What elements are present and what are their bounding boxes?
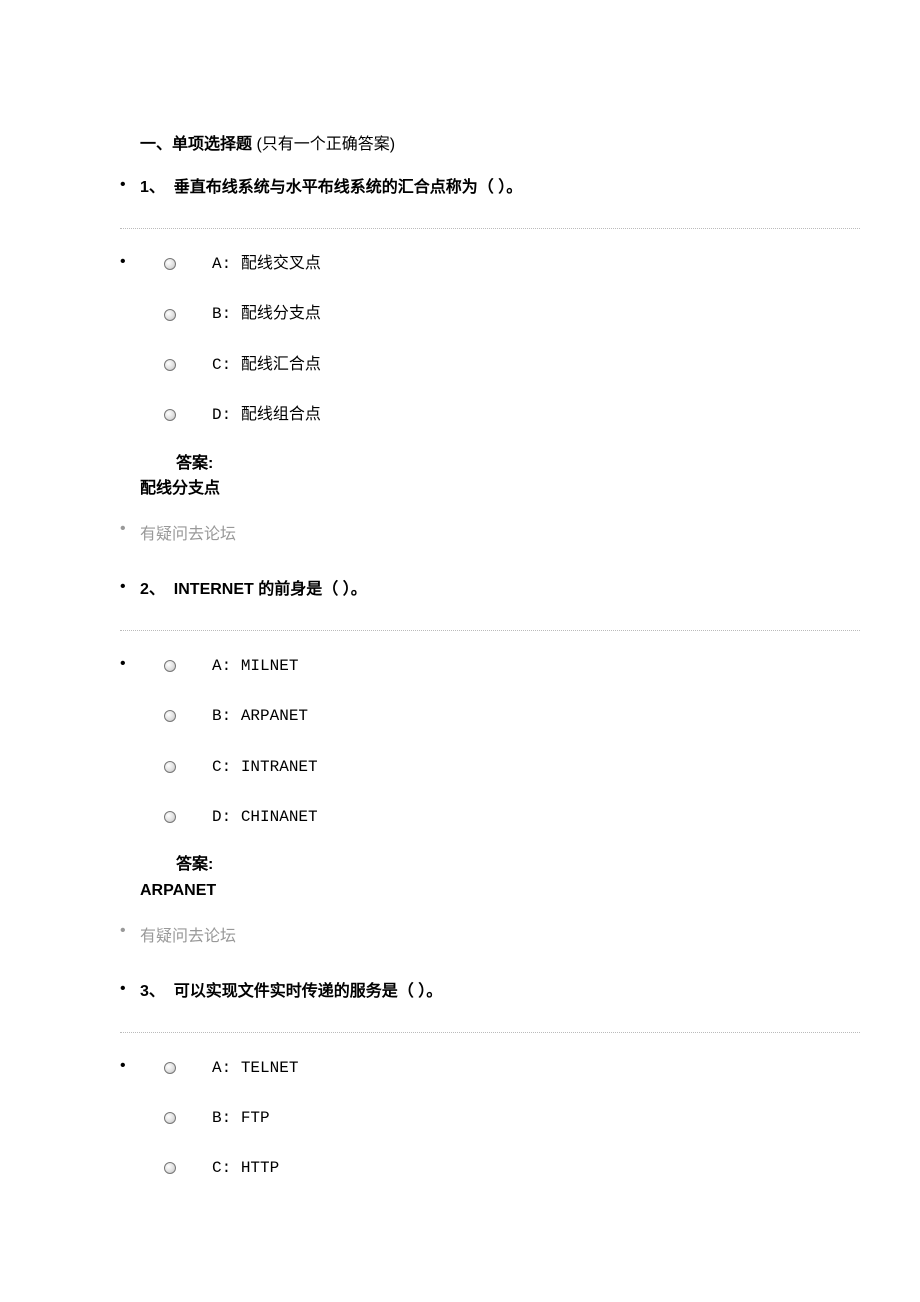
answer-label: 答案:: [176, 856, 213, 873]
question-list: 1、 垂直布线系统与水平布线系统的汇合点称为（ ）。 A: 配线交叉点 B: 配…: [0, 176, 920, 1180]
option-key: A: [212, 255, 222, 273]
option-text: 配线汇合点: [241, 356, 321, 374]
option-b[interactable]: B: ARPANET: [164, 705, 860, 727]
option-text: INTRANET: [241, 758, 318, 776]
radio-icon[interactable]: [164, 359, 176, 371]
question-number: 2、: [140, 581, 165, 598]
option-label: D: 配线组合点: [212, 404, 321, 426]
option-label: A: TELNET: [212, 1057, 298, 1079]
separator: [120, 1032, 860, 1033]
question-stem: 3、 可以实现文件实时传递的服务是（ ）。: [140, 980, 860, 1004]
radio-icon[interactable]: [164, 409, 176, 421]
option-label: B: ARPANET: [212, 705, 308, 727]
option-c[interactable]: C: 配线汇合点: [164, 354, 860, 376]
option-text: ARPANET: [241, 707, 308, 725]
option-a[interactable]: A: TELNET: [164, 1057, 860, 1079]
option-text: FTP: [241, 1109, 270, 1127]
section-note: (只有一个正确答案): [256, 136, 395, 153]
section-header: 一、单项选择题 (只有一个正确答案): [0, 130, 920, 154]
option-a[interactable]: A: MILNET: [164, 655, 860, 677]
option-text: 配线交叉点: [241, 255, 321, 273]
question-number: 1、: [140, 179, 165, 196]
answer-value: ARPANET: [140, 878, 860, 904]
option-b[interactable]: B: 配线分支点: [164, 303, 860, 325]
radio-icon[interactable]: [164, 309, 176, 321]
question-1: 1、 垂直布线系统与水平布线系统的汇合点称为（ ）。: [0, 176, 920, 200]
option-key: A: [212, 657, 222, 675]
option-text: MILNET: [241, 657, 299, 675]
forum-link[interactable]: 有疑问去论坛: [140, 520, 236, 544]
question-stem: 1、 垂直布线系统与水平布线系统的汇合点称为（ ）。: [140, 176, 860, 200]
option-label: B: 配线分支点: [212, 303, 321, 325]
option-key: B: [212, 707, 222, 725]
option-key: C: [212, 758, 222, 776]
option-text: 配线分支点: [241, 305, 321, 323]
radio-icon[interactable]: [164, 258, 176, 270]
option-key: C: [212, 1159, 222, 1177]
option-b[interactable]: B: FTP: [164, 1107, 860, 1129]
answer-block: 答案: 配线分支点: [176, 451, 860, 502]
separator: [120, 630, 860, 631]
radio-icon[interactable]: [164, 811, 176, 823]
option-text: CHINANET: [241, 808, 318, 826]
answer-value: 配线分支点: [140, 476, 860, 502]
forum-link-item: 有疑问去论坛: [0, 520, 920, 578]
answer-block: 答案: ARPANET: [176, 852, 860, 903]
option-d[interactable]: D: CHINANET: [164, 806, 860, 828]
question-2: 2、 INTERNET 的前身是（ ）。: [0, 578, 920, 602]
question-stem: 2、 INTERNET 的前身是（ ）。: [140, 578, 860, 602]
question-number: 3、: [140, 983, 165, 1000]
option-key: A: [212, 1059, 222, 1077]
option-label: A: 配线交叉点: [212, 253, 321, 275]
option-label: B: FTP: [212, 1107, 270, 1129]
option-text: 配线组合点: [241, 406, 321, 424]
option-label: C: 配线汇合点: [212, 354, 321, 376]
radio-icon[interactable]: [164, 710, 176, 722]
radio-icon[interactable]: [164, 660, 176, 672]
option-c[interactable]: C: HTTP: [164, 1157, 860, 1179]
radio-icon[interactable]: [164, 1162, 176, 1174]
option-label: A: MILNET: [212, 655, 298, 677]
question-text: 垂直布线系统与水平布线系统的汇合点称为（ ）。: [174, 179, 522, 196]
option-d[interactable]: D: 配线组合点: [164, 404, 860, 426]
answer-label: 答案:: [176, 455, 213, 472]
option-text: HTTP: [241, 1159, 279, 1177]
option-label: C: INTRANET: [212, 756, 318, 778]
question-3-body: A: TELNET B: FTP C: HTTP: [0, 1057, 920, 1180]
question-text: 可以实现文件实时传递的服务是（ ）。: [174, 983, 442, 1000]
option-key: D: [212, 406, 222, 424]
question-text: INTERNET 的前身是（ ）。: [174, 581, 367, 598]
option-c[interactable]: C: INTRANET: [164, 756, 860, 778]
option-a[interactable]: A: 配线交叉点: [164, 253, 860, 275]
option-key: D: [212, 808, 222, 826]
forum-link[interactable]: 有疑问去论坛: [140, 922, 236, 946]
question-3: 3、 可以实现文件实时传递的服务是（ ）。: [0, 980, 920, 1004]
question-2-body: A: MILNET B: ARPANET C: INTRANET D: CHIN…: [0, 655, 920, 904]
option-label: D: CHINANET: [212, 806, 318, 828]
radio-icon[interactable]: [164, 1112, 176, 1124]
option-key: B: [212, 305, 222, 323]
option-label: C: HTTP: [212, 1157, 279, 1179]
option-text: TELNET: [241, 1059, 299, 1077]
section-title: 一、单项选择题: [140, 136, 252, 153]
question-1-body: A: 配线交叉点 B: 配线分支点 C: 配线汇合点 D: 配线组合点 答案: …: [0, 253, 920, 502]
option-key: B: [212, 1109, 222, 1127]
option-key: C: [212, 356, 222, 374]
radio-icon[interactable]: [164, 761, 176, 773]
forum-link-item: 有疑问去论坛: [0, 922, 920, 980]
separator: [120, 228, 860, 229]
radio-icon[interactable]: [164, 1062, 176, 1074]
